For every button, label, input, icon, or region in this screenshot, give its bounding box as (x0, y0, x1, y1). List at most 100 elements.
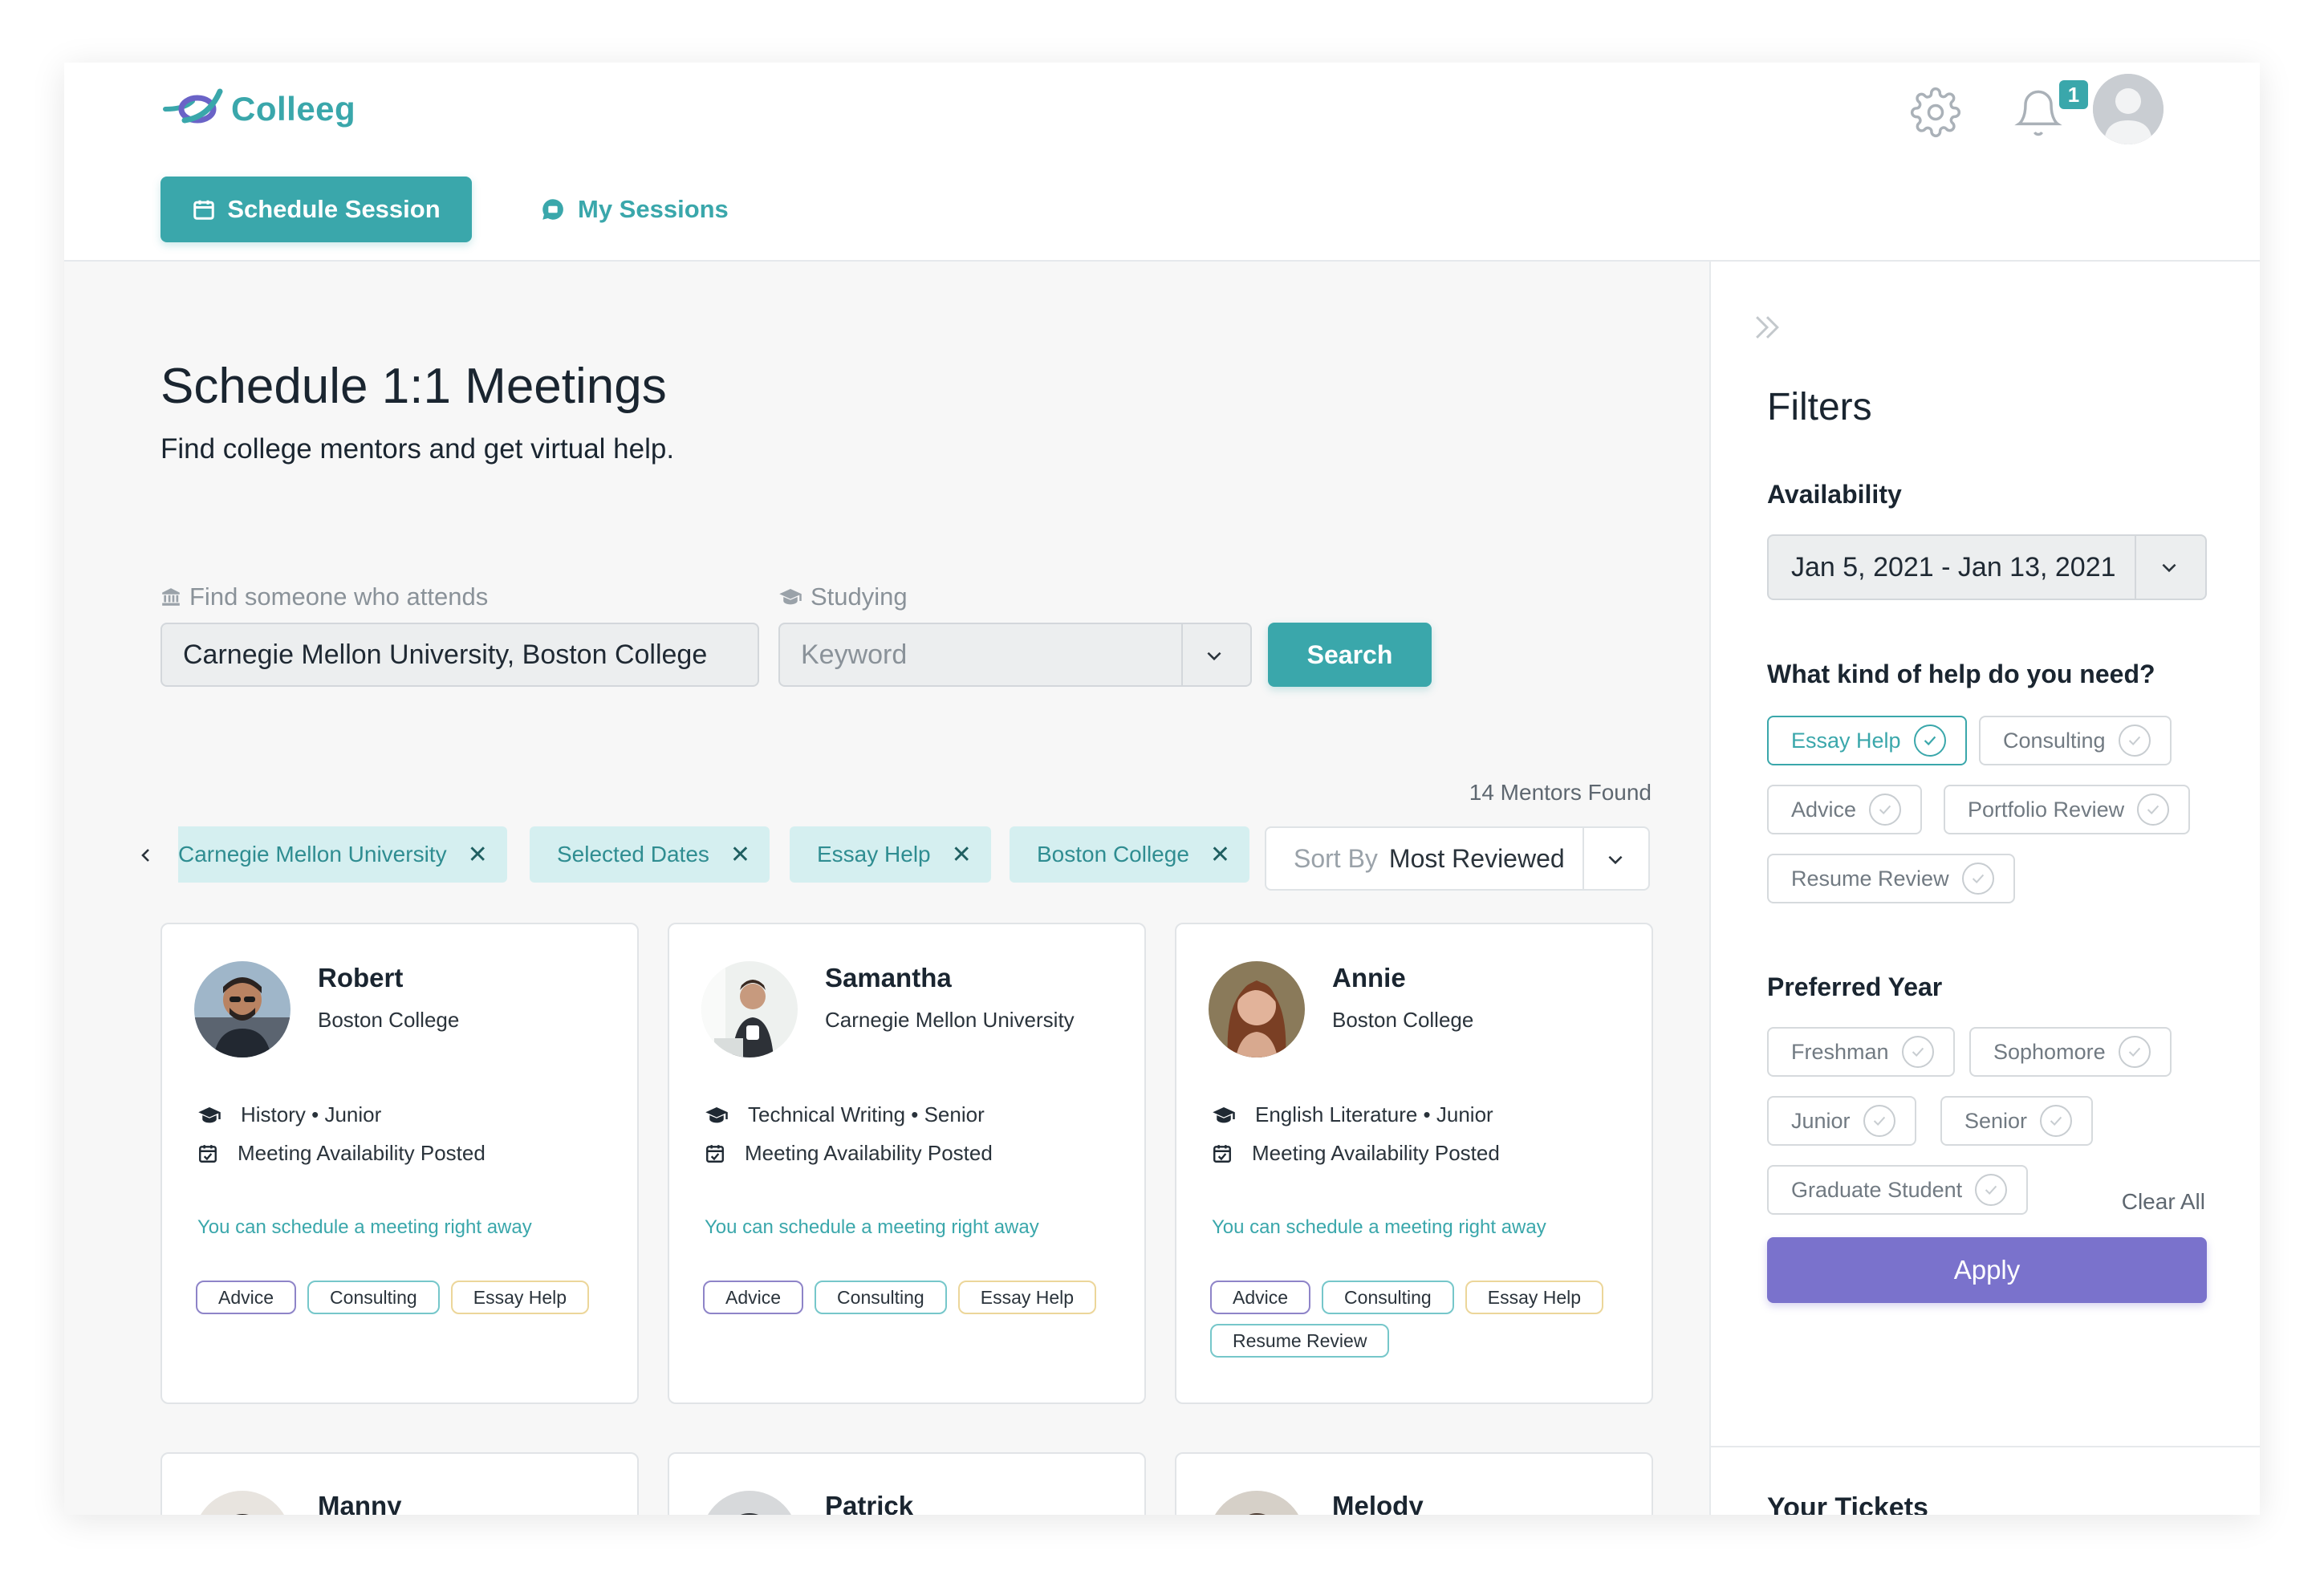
check-circle-icon (1863, 1105, 1895, 1137)
mentor-avatar (1209, 1491, 1305, 1515)
calendar-check-icon (1213, 1144, 1231, 1163)
tag-advice[interactable]: Advice (196, 1281, 297, 1314)
settings-gear-icon[interactable] (1910, 87, 1961, 142)
check-circle-icon (1961, 863, 1994, 895)
search-button[interactable]: Search (1268, 623, 1432, 687)
tag-consulting[interactable]: Consulting (307, 1281, 440, 1314)
sort-value: Most Reviewed (1388, 843, 1565, 873)
mentor-name: Annie (1332, 963, 1406, 992)
close-icon[interactable]: ✕ (730, 841, 750, 869)
schedule-session-button[interactable]: Schedule Session (160, 177, 472, 242)
close-icon[interactable]: ✕ (468, 841, 488, 869)
apply-button[interactable]: Apply (1767, 1237, 2207, 1303)
mentor-study-row: Technical Writing • Senior (705, 1102, 985, 1127)
chevron-down-icon (2162, 563, 2176, 573)
filter-chip[interactable]: Carnegie Mellon University ✕ (178, 826, 507, 883)
mentor-card[interactable]: Robert Boston College History • Junior M… (160, 923, 639, 1404)
calendar-check-icon (199, 1144, 217, 1163)
page-subtitle: Find college mentors and get virtual hel… (160, 433, 675, 465)
check-circle-icon (1869, 794, 1902, 826)
tickets-heading: Your Tickets (1767, 1492, 1928, 1515)
mentor-card[interactable]: Manny (160, 1452, 639, 1515)
check-circle-icon (2040, 1105, 2073, 1137)
mentor-avatar (194, 1491, 290, 1515)
filter-chip[interactable]: Essay Help ✕ (790, 826, 991, 883)
mentor-school: Carnegie Mellon University (825, 1008, 1075, 1032)
collapse-panel-icon[interactable] (1749, 310, 1785, 345)
mentor-card[interactable]: Annie Boston College English Literature … (1175, 923, 1653, 1404)
page-title: Schedule 1:1 Meetings (160, 359, 667, 414)
graduation-cap-icon (198, 1106, 221, 1122)
tag-essay-help[interactable]: Essay Help (957, 1281, 1097, 1314)
clear-all-link[interactable]: Clear All (2122, 1189, 2205, 1215)
tag-advice[interactable]: Advice (703, 1281, 804, 1314)
check-circle-icon (2137, 794, 2170, 826)
filter-chip[interactable]: Selected Dates ✕ (530, 826, 770, 883)
mentor-tags: Advice Consulting Essay Help (196, 1281, 621, 1314)
year-option-junior[interactable]: Junior (1767, 1096, 1916, 1146)
study-keyword-placeholder: Keyword (801, 639, 908, 670)
help-option-essay-help[interactable]: Essay Help (1767, 716, 1967, 765)
mentor-avatar (701, 961, 798, 1057)
chevron-left-icon[interactable] (136, 844, 156, 867)
tag-consulting[interactable]: Consulting (1322, 1281, 1454, 1314)
schedule-note: You can schedule a meeting right away (197, 1216, 532, 1238)
tag-essay-help[interactable]: Essay Help (450, 1281, 590, 1314)
help-option-advice[interactable]: Advice (1767, 785, 1923, 834)
help-option-consulting[interactable]: Consulting (1979, 716, 2172, 765)
date-range-select[interactable]: Jan 5, 2021 - Jan 13, 2021 (1767, 534, 2207, 600)
mentor-study-row: History • Junior (197, 1102, 381, 1127)
notification-bell-icon[interactable] (2013, 87, 2064, 144)
help-option-resume-review[interactable]: Resume Review (1767, 854, 2015, 903)
mentor-availability-row: Meeting Availability Posted (197, 1141, 486, 1166)
mentor-study-row: English Literature • Junior (1212, 1102, 1493, 1127)
study-keyword-select[interactable]: Keyword (778, 623, 1252, 687)
close-icon[interactable]: ✕ (1210, 841, 1230, 869)
check-circle-icon (2118, 1036, 2151, 1068)
filter-chip[interactable]: Boston College ✕ (1010, 826, 1250, 883)
year-option-senior[interactable]: Senior (1940, 1096, 2094, 1146)
chat-bubble-icon (542, 199, 563, 220)
logo[interactable]: Colleeg (160, 85, 356, 133)
check-circle-icon (1901, 1036, 1934, 1068)
year-option-freshman[interactable]: Freshman (1767, 1027, 1955, 1077)
preferred-year-label: Preferred Year (1767, 972, 1943, 1001)
mentor-availability-row: Meeting Availability Posted (1212, 1141, 1500, 1166)
mentor-tags: Advice Consulting Essay Help (703, 1281, 1128, 1314)
tag-essay-help[interactable]: Essay Help (1465, 1281, 1604, 1314)
mentor-tags: Advice Consulting Essay Help Resume Revi… (1210, 1281, 1635, 1358)
school-input[interactable]: Carnegie Mellon University, Boston Colle… (160, 623, 759, 687)
mentor-card[interactable]: Melody (1175, 1452, 1653, 1515)
graduation-cap-icon (779, 589, 802, 605)
mentor-card[interactable]: Patrick (668, 1452, 1146, 1515)
close-icon[interactable]: ✕ (952, 841, 972, 869)
mentor-availability-row: Meeting Availability Posted (705, 1141, 993, 1166)
help-option-portfolio-review[interactable]: Portfolio Review (1944, 785, 2191, 834)
my-sessions-tab[interactable]: My Sessions (539, 177, 729, 242)
mentor-avatar (194, 961, 290, 1057)
check-circle-icon (1975, 1174, 2008, 1206)
institution-icon (162, 588, 180, 606)
main-content: Schedule 1:1 Meetings Find college mento… (64, 262, 1709, 1515)
year-option-sophomore[interactable]: Sophomore (1969, 1027, 2172, 1077)
tag-resume-review[interactable]: Resume Review (1210, 1324, 1390, 1358)
mentor-name: Robert (318, 963, 404, 992)
notification-badge: 1 (2059, 80, 2088, 109)
my-sessions-label: My Sessions (578, 195, 729, 223)
tag-consulting[interactable]: Consulting (815, 1281, 947, 1314)
chevron-down-icon (1207, 651, 1221, 661)
sort-dropdown[interactable]: Sort By Most Reviewed (1265, 826, 1650, 891)
year-option-graduate-student[interactable]: Graduate Student (1767, 1165, 2029, 1215)
date-range-value: Jan 5, 2021 - Jan 13, 2021 (1791, 551, 2116, 582)
user-avatar[interactable] (2093, 74, 2164, 144)
chevron-down-icon (1608, 855, 1623, 865)
schedule-session-label: Schedule Session (227, 195, 441, 223)
mentor-name: Patrick (825, 1491, 914, 1515)
check-circle-icon (2118, 725, 2151, 757)
mentor-card[interactable]: Samantha Carnegie Mellon University Tech… (668, 923, 1146, 1404)
mentor-name: Samantha (825, 963, 952, 992)
graduation-cap-icon (705, 1106, 728, 1122)
help-type-label: What kind of help do you need? (1767, 660, 2155, 688)
mentor-name: Manny (318, 1491, 402, 1515)
tag-advice[interactable]: Advice (1210, 1281, 1311, 1314)
